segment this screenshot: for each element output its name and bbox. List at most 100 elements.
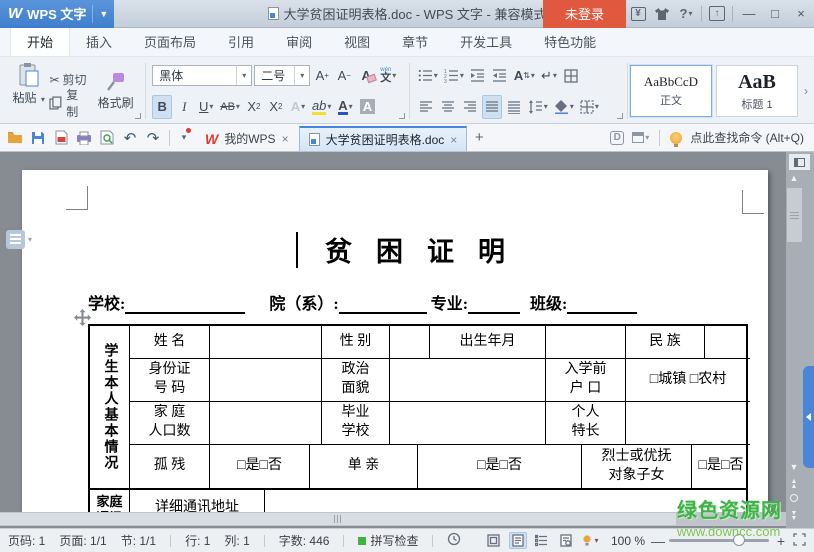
fit-page-icon[interactable] xyxy=(793,533,806,549)
scroll-down-icon[interactable]: ▼ xyxy=(786,462,802,472)
spellcheck-status[interactable]: 拼写检查 xyxy=(358,532,418,549)
maximize-button[interactable]: □ xyxy=(762,3,788,25)
increase-indent-button[interactable] xyxy=(490,64,510,88)
login-button[interactable]: 未登录 xyxy=(543,0,626,28)
customize-toolbar-icon[interactable]: ▾ xyxy=(177,132,191,143)
save-icon[interactable] xyxy=(29,129,47,147)
paste-button[interactable]: 粘贴 ▾ xyxy=(10,62,47,120)
redo-icon[interactable]: ↷ xyxy=(144,129,162,147)
show-marks-button[interactable]: ↵▾ xyxy=(539,64,559,88)
ribbon-tab-0[interactable]: 开始 xyxy=(10,26,70,56)
select-browse-object-icon[interactable] xyxy=(790,494,798,502)
template-store-icon[interactable]: ¥ xyxy=(626,4,650,24)
minimize-button[interactable]: — xyxy=(736,3,762,25)
zoom-out-button[interactable]: — xyxy=(651,533,663,549)
draw-table-button[interactable] xyxy=(561,64,581,88)
table-cell[interactable]: 政治 面貌 xyxy=(322,359,390,401)
horizontal-scroll-thumb[interactable] xyxy=(0,513,676,525)
superscript-button[interactable]: X2 xyxy=(244,95,264,119)
align-center-button[interactable] xyxy=(438,95,458,119)
ribbon-tab-7[interactable]: 开发工具 xyxy=(444,27,528,56)
table-cell[interactable]: 详细通讯地址 xyxy=(130,490,265,512)
field-1[interactable]: 院（系）: xyxy=(269,290,426,314)
close-button[interactable]: × xyxy=(788,3,814,25)
shading-button[interactable]: ▾ xyxy=(552,95,576,119)
next-page-icon[interactable]: ▼▼ xyxy=(786,511,802,522)
vertical-scroll-thumb[interactable] xyxy=(787,188,802,242)
table-cell[interactable] xyxy=(390,402,546,444)
table-cell[interactable] xyxy=(210,326,322,358)
table-cell[interactable]: □是□否 xyxy=(418,445,582,488)
pinyin-guide-button[interactable]: wén文▾ xyxy=(378,64,398,88)
dialog-launcher-icon[interactable] xyxy=(135,113,141,119)
ribbon-tab-8[interactable]: 特色功能 xyxy=(528,27,612,56)
field-2[interactable]: 专业: xyxy=(431,290,520,314)
gallery-more-icon[interactable]: › xyxy=(802,84,810,98)
undo-icon[interactable]: ↶ xyxy=(121,129,139,147)
tab-document[interactable]: 大学贫困证明表格.doc × xyxy=(299,126,468,151)
bullet-list-button[interactable]: ▾ xyxy=(416,64,440,88)
new-tab-button[interactable]: + xyxy=(467,129,491,146)
status-item[interactable]: 节: 1/1 xyxy=(121,532,156,549)
find-command-hint[interactable]: 点此查找命令 (Alt+Q) xyxy=(690,129,804,146)
style-normal[interactable]: AaBbCcD 正文 xyxy=(630,65,712,117)
open-folder-icon[interactable] xyxy=(6,129,24,147)
table-cell[interactable] xyxy=(546,326,626,358)
table-cell[interactable] xyxy=(705,326,750,358)
decrease-font-button[interactable]: A− xyxy=(334,64,354,88)
zoom-in-button[interactable]: + xyxy=(775,533,787,549)
status-item[interactable]: 页码: 1 xyxy=(8,532,45,549)
table-cell[interactable]: 民 族 xyxy=(626,326,705,358)
copy-button[interactable]: 复制 xyxy=(49,93,89,113)
borders-button[interactable]: ▾ xyxy=(578,95,601,119)
eye-protect-view-icon[interactable] xyxy=(485,532,503,549)
bold-button[interactable]: B xyxy=(152,95,172,119)
vertical-scrollbar[interactable]: ▲ ▼ ▲▲ ▼▼ xyxy=(786,152,814,528)
page-options-button[interactable]: ▾ xyxy=(6,230,32,249)
school-line[interactable]: 学校:院（系）:专业:班级: xyxy=(88,290,748,314)
table-cell[interactable]: 性 别 xyxy=(322,326,390,358)
format-painter-button[interactable]: 格式刷 xyxy=(92,62,139,120)
distribute-button[interactable] xyxy=(504,95,524,119)
table-cell[interactable]: □是□否 xyxy=(210,445,310,488)
print-icon[interactable] xyxy=(75,129,93,147)
scroll-up-icon[interactable]: ▲ xyxy=(786,173,802,183)
skin-shirt-icon[interactable] xyxy=(650,4,674,24)
workspace-switch-icon[interactable]: ▾ xyxy=(632,132,649,143)
close-tab-icon[interactable]: × xyxy=(450,133,457,147)
ribbon-tab-1[interactable]: 插入 xyxy=(70,27,128,56)
style-heading1[interactable]: AaB 标题 1 xyxy=(716,65,798,117)
clear-format-button[interactable]: A xyxy=(356,64,376,88)
ribbon-tab-5[interactable]: 视图 xyxy=(328,27,386,56)
strikethrough-button[interactable]: AB▾ xyxy=(218,95,242,119)
tab-my-wps[interactable]: W 我的WPS × xyxy=(195,126,299,151)
outline-view-icon[interactable] xyxy=(533,532,551,549)
table-cell[interactable]: 孤 残 xyxy=(130,445,210,488)
tools-lamp-icon[interactable]: ▾ xyxy=(581,532,599,549)
fullscreen-upload-icon[interactable]: ↑ xyxy=(705,4,729,24)
history-clock-icon[interactable] xyxy=(447,532,461,549)
export-pdf-icon[interactable] xyxy=(52,129,70,147)
table-cell[interactable]: 姓 名 xyxy=(130,326,210,358)
field-3[interactable]: 班级: xyxy=(530,290,637,314)
table-cell[interactable]: □城镇 □农村 xyxy=(626,359,750,401)
status-item[interactable]: 字数: 446 xyxy=(279,532,330,549)
table-cell[interactable]: 出生年月 xyxy=(430,326,546,358)
docer-icon[interactable]: D xyxy=(610,131,624,145)
table-cell[interactable] xyxy=(210,359,322,401)
dialog-launcher-icon[interactable] xyxy=(617,113,623,119)
font-family-select[interactable]: 黑体▾ xyxy=(152,65,252,86)
table-move-handle-icon[interactable] xyxy=(74,309,91,329)
align-left-button[interactable] xyxy=(416,95,436,119)
numbered-list-button[interactable]: 123▾ xyxy=(442,64,466,88)
web-view-icon[interactable] xyxy=(557,532,575,549)
previous-page-icon[interactable]: ▲▲ xyxy=(786,479,802,490)
zoom-slider-thumb[interactable] xyxy=(733,534,745,546)
print-preview-icon[interactable] xyxy=(98,129,116,147)
ribbon-tab-3[interactable]: 引用 xyxy=(212,27,270,56)
text-effects-button[interactable]: A▾ xyxy=(288,95,308,119)
highlight-button[interactable]: ab▾ xyxy=(310,95,333,119)
justify-button[interactable] xyxy=(482,95,502,119)
line-spacing-button[interactable]: ▾ xyxy=(526,95,550,119)
table-cell[interactable]: 个人 特长 xyxy=(546,402,626,444)
